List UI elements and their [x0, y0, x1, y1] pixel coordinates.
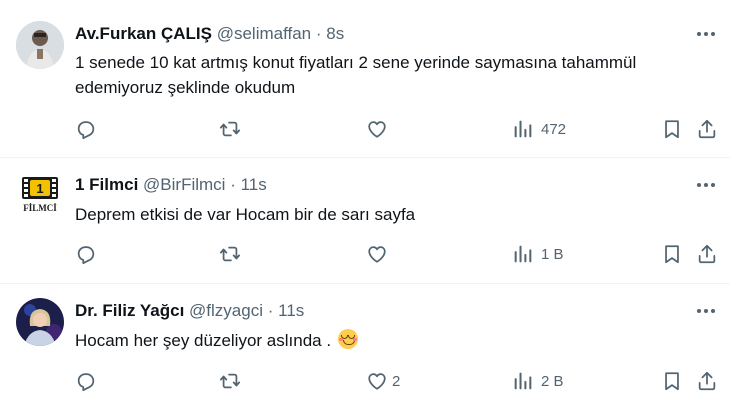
share-button[interactable]	[696, 115, 718, 143]
heart-icon	[368, 246, 386, 263]
tweet-text: 1 senede 10 kat artmış konut fiyatları 2…	[75, 53, 637, 97]
bookmark-button[interactable]	[661, 367, 683, 395]
reply-icon	[77, 121, 95, 140]
views-button[interactable]: 1 B	[512, 240, 564, 268]
tweet-header: Dr. Filiz Yağcı @flzyagci · 11s	[75, 301, 304, 321]
tweet-text: Deprem etkisi de var Hocam bir de sarı s…	[75, 205, 416, 224]
retweet-button[interactable]	[219, 115, 248, 143]
tweet-card[interactable]: 1 FİLMCİ 1 Filmci @BirFilmci · 11s Depre…	[0, 150, 730, 289]
views-button[interactable]: 2 B	[512, 367, 564, 395]
reply-button[interactable]	[75, 115, 104, 143]
author-name[interactable]: Av.Furkan ÇALIŞ	[75, 24, 212, 43]
avatar[interactable]: 1 FİLMCİ	[16, 171, 64, 219]
views-icon	[514, 120, 532, 138]
retweet-button[interactable]	[219, 240, 248, 268]
views-count: 1 B	[541, 245, 564, 263]
tweet-card[interactable]: Dr. Filiz Yağcı @flzyagci · 11s Hocam he…	[0, 276, 730, 415]
share-icon	[698, 371, 716, 391]
share-button[interactable]	[696, 240, 718, 268]
bookmark-icon	[665, 120, 679, 139]
views-count: 472	[541, 120, 567, 138]
share-button[interactable]	[696, 367, 718, 395]
avatar[interactable]	[16, 21, 64, 69]
tweet-card[interactable]: Av.Furkan ÇALIŞ @selimaffan · 8s 1 sened…	[0, 0, 730, 140]
retweet-icon	[219, 246, 241, 262]
heart-icon	[368, 373, 386, 390]
like-button[interactable]	[366, 240, 395, 268]
share-icon	[698, 119, 716, 139]
more-icon[interactable]	[694, 173, 718, 197]
author-handle[interactable]: @flzyagci	[189, 301, 263, 320]
timestamp[interactable]: 11s	[241, 175, 267, 194]
bookmark-button[interactable]	[661, 115, 683, 143]
smiling-face-emoji	[337, 329, 358, 349]
tweet-actions: 472	[72, 115, 722, 143]
timestamp[interactable]: 11s	[278, 301, 304, 320]
tweet-text-container: Hocam her şey düzeliyor aslında .	[75, 328, 715, 353]
reply-button[interactable]	[75, 240, 104, 268]
bookmark-icon	[665, 245, 679, 264]
author-name[interactable]: 1 Filmci	[75, 175, 138, 194]
retweet-button[interactable]	[219, 367, 248, 395]
views-icon	[514, 372, 532, 390]
like-button[interactable]: 2	[366, 367, 400, 395]
reply-icon	[77, 246, 95, 265]
timestamp[interactable]: 8s	[326, 24, 344, 43]
author-handle[interactable]: @BirFilmci	[143, 175, 225, 194]
tweet-header: 1 Filmci @BirFilmci · 11s	[75, 175, 267, 195]
heart-icon	[368, 121, 386, 138]
bookmark-button[interactable]	[661, 240, 683, 268]
tweet-actions: 1 B	[72, 240, 722, 268]
like-button[interactable]	[366, 115, 395, 143]
tweet-actions: 2 2 B	[72, 367, 722, 395]
separator-dot: ·	[315, 24, 322, 43]
more-icon[interactable]	[694, 22, 718, 46]
like-count: 2	[392, 372, 401, 390]
reply-button[interactable]	[75, 367, 104, 395]
bookmark-icon	[665, 372, 679, 391]
separator-dot: ·	[230, 175, 236, 194]
views-icon	[514, 245, 532, 263]
retweet-icon	[219, 121, 241, 137]
views-button[interactable]: 472	[512, 115, 566, 143]
views-count: 2 B	[541, 372, 564, 390]
separator-dot: ·	[267, 301, 274, 320]
avatar[interactable]	[16, 298, 64, 346]
reply-icon	[77, 373, 95, 392]
tweet-text: Hocam her şey düzeliyor aslında .	[75, 331, 332, 350]
tweet-header: Av.Furkan ÇALIŞ @selimaffan · 8s	[75, 24, 344, 44]
retweet-icon	[219, 373, 241, 389]
avatar-number: 1	[36, 181, 43, 196]
author-name[interactable]: Dr. Filiz Yağcı	[75, 301, 184, 320]
share-icon	[698, 244, 716, 264]
author-handle[interactable]: @selimaffan	[217, 24, 311, 43]
more-icon[interactable]	[694, 299, 718, 323]
avatar-caption: FİLMCİ	[23, 203, 57, 213]
